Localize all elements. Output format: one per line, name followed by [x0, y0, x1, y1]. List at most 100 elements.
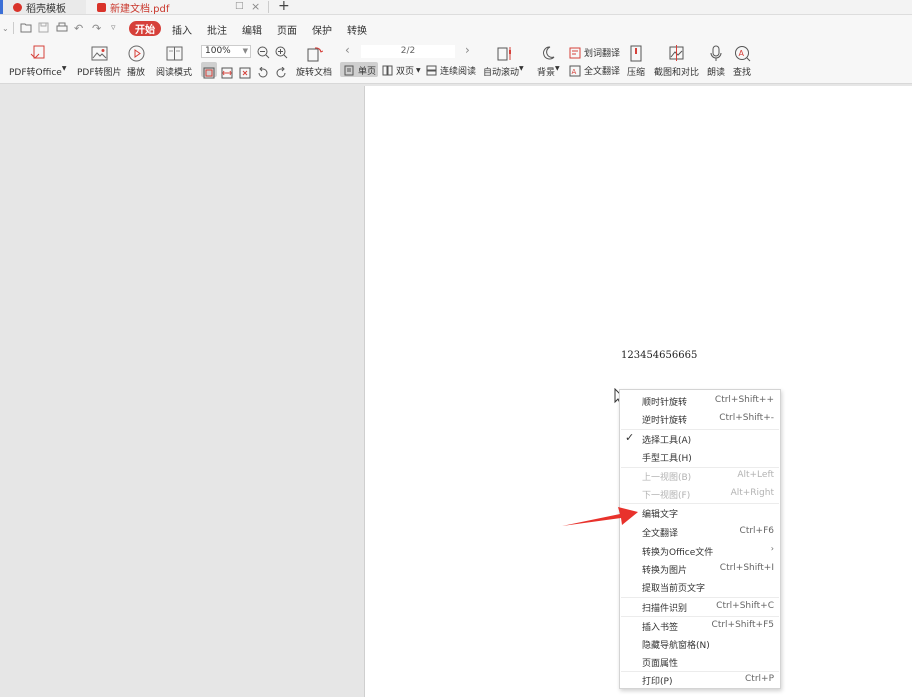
navigation-pane	[0, 84, 363, 697]
page-text[interactable]: 123454656665	[621, 350, 697, 361]
button-label: 查找	[733, 68, 752, 78]
pin-icon[interactable]: □	[235, 1, 244, 11]
menu-convert[interactable]: 转换	[347, 22, 367, 37]
button-label: 旋转文档	[296, 68, 333, 78]
menu-item-print[interactable]: 打印(P) Ctrl+P	[620, 671, 780, 689]
chevron-down-icon[interactable]: ⌄	[2, 24, 9, 33]
menu-item-insert-bookmark[interactable]: 插入书签 Ctrl+Shift+F5	[620, 617, 780, 635]
chevron-right-icon: ›	[770, 544, 774, 553]
chevron-down-icon: ▼	[242, 47, 248, 55]
menu-item-page-properties[interactable]: 页面属性	[620, 653, 780, 671]
full-translate-button[interactable]: A 全文翻译	[569, 64, 620, 77]
menu-bar: ⌄ ↶ ↷ ▿ 开始 插入 批注 编辑 页面 保护 转换	[0, 15, 912, 41]
menu-item-hand-tool[interactable]: 手型工具(H)	[620, 448, 780, 466]
play-icon	[127, 44, 145, 62]
single-page-button[interactable]: 单页	[343, 64, 376, 77]
pdf-to-image-button[interactable]: PDF转图片	[77, 44, 122, 78]
page-number-input[interactable]: 2/2	[361, 45, 455, 58]
continuous-read-button[interactable]: 连续阅读	[425, 64, 476, 77]
menu-item-extract-page-text[interactable]: 提取当前页文字	[620, 578, 780, 596]
moon-icon	[539, 44, 557, 62]
rotate-document-button[interactable]: 旋转文档	[296, 44, 332, 78]
menu-item-rotate-counterclockwise[interactable]: 逆时针旋转 Ctrl+Shift+-	[620, 410, 780, 428]
screenshot-icon	[668, 44, 686, 62]
pdf-to-office-button[interactable]: PDF转Office▼	[9, 44, 66, 78]
single-page-icon	[343, 65, 355, 77]
menu-protect[interactable]: 保护	[312, 22, 332, 37]
divider	[13, 22, 14, 34]
menu-item-hide-nav-pane[interactable]: 隐藏导航窗格(N)	[620, 635, 780, 653]
context-menu: 顺时针旋转 Ctrl+Shift++ 逆时针旋转 Ctrl+Shift+- ✓ 选择…	[619, 389, 781, 689]
checkmark-icon: ✓	[625, 431, 635, 444]
menu-item-next-view[interactable]: 下一视图(F) Alt+Right	[620, 485, 780, 503]
button-label: 朗读	[707, 68, 726, 78]
read-mode-button[interactable]: 阅读模式	[156, 44, 192, 78]
button-label: PDF转Office▼	[9, 65, 67, 78]
continuous-read-icon	[425, 65, 437, 77]
menu-item-edit-text[interactable]: 编辑文字	[620, 504, 780, 522]
find-button[interactable]: A 查找	[733, 44, 751, 78]
actual-size-icon[interactable]	[239, 64, 251, 83]
red-annotation-arrow-icon	[562, 507, 638, 526]
menu-item-full-translate[interactable]: 全文翻译 Ctrl+F6	[620, 523, 780, 541]
print-icon[interactable]	[56, 22, 68, 36]
pdf-to-office-icon	[29, 44, 47, 62]
menu-item-convert-to-office[interactable]: 转换为Office文件 ›	[620, 542, 780, 560]
button-label: 压缩	[627, 68, 646, 78]
rotate-left-icon[interactable]	[257, 64, 269, 83]
zoom-select[interactable]: 100% ▼	[201, 45, 251, 58]
open-folder-icon[interactable]	[20, 22, 32, 36]
menu-item-convert-to-image[interactable]: 转换为图片 Ctrl+Shift+I	[620, 560, 780, 578]
svg-text:A: A	[572, 68, 577, 76]
undo-icon[interactable]: ↶	[74, 22, 83, 35]
read-aloud-button[interactable]: 朗读	[707, 44, 725, 78]
menu-start[interactable]: 开始	[129, 21, 161, 36]
fit-width-icon[interactable]	[221, 64, 233, 83]
tab-daoke-templates[interactable]: 稻壳模板	[0, 0, 86, 15]
next-page-icon[interactable]: ›	[465, 43, 470, 57]
button-label: 自动滚动▼	[483, 65, 524, 78]
rotate-document-icon	[305, 44, 323, 62]
play-button[interactable]: 播放	[127, 44, 145, 78]
button-label: 背景▼	[537, 65, 560, 78]
menu-item-select-tool[interactable]: ✓ 选择工具(A)	[620, 430, 780, 448]
redo-icon[interactable]: ↷	[92, 22, 101, 35]
ribbon-toolbar: PDF转Office▼ PDF转图片 播放 阅读模式 100% ▼ 旋转文档 ‹…	[0, 41, 912, 84]
new-tab-icon[interactable]: +	[278, 0, 290, 14]
menu-item-previous-view[interactable]: 上一视图(B) Alt+Left	[620, 467, 780, 485]
page-value: 2/2	[400, 46, 416, 56]
customize-dropdown-icon[interactable]: ▿	[111, 23, 116, 33]
word-translate-button[interactable]: 划词翻译	[569, 46, 620, 59]
fit-page-icon[interactable]	[203, 64, 215, 83]
zoom-in-icon[interactable]	[275, 44, 288, 63]
image-icon	[90, 44, 108, 62]
compress-icon	[627, 44, 645, 62]
button-label: 播放	[127, 68, 146, 78]
compress-button[interactable]: 压缩	[627, 44, 645, 78]
close-tab-icon[interactable]: ×	[251, 0, 260, 13]
screenshot-compare-button[interactable]: 截图和对比	[654, 44, 699, 78]
menu-page[interactable]: 页面	[277, 22, 297, 37]
auto-scroll-icon	[494, 44, 512, 62]
zoom-out-icon[interactable]	[257, 44, 270, 63]
save-icon[interactable]	[38, 22, 49, 36]
tab-label: 稻壳模板	[26, 3, 66, 15]
menu-insert[interactable]: 插入	[172, 22, 192, 37]
menu-item-scan-ocr[interactable]: 扫描件识别 Ctrl+Shift+C	[620, 598, 780, 616]
svg-text:A: A	[738, 49, 744, 58]
menu-annotate[interactable]: 批注	[207, 22, 227, 37]
book-icon	[165, 44, 183, 62]
tab-label: 新建文档.pdf	[110, 3, 170, 15]
menu-item-rotate-clockwise[interactable]: 顺时针旋转 Ctrl+Shift++	[620, 392, 780, 410]
tab-divider	[268, 1, 269, 13]
background-button[interactable]: 背景▼	[537, 44, 560, 78]
previous-page-icon[interactable]: ‹	[345, 43, 350, 57]
button-label: 阅读模式	[156, 68, 193, 78]
auto-scroll-button[interactable]: 自动滚动▼	[483, 44, 524, 78]
microphone-icon	[707, 44, 725, 62]
menu-edit[interactable]: 编辑	[242, 22, 262, 37]
double-page-button[interactable]: 双页 ▼	[381, 64, 421, 77]
rotate-right-icon[interactable]	[275, 64, 287, 83]
tab-pdf-document[interactable]: 新建文档.pdf □ ×	[95, 0, 267, 15]
daoke-logo-icon	[13, 2, 22, 12]
